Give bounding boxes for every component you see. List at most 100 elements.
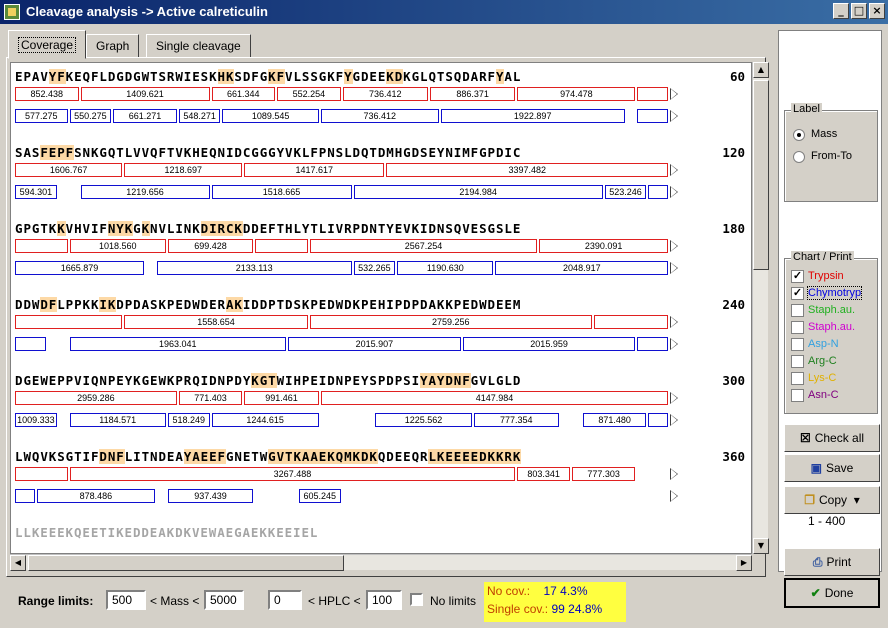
mass-max-input[interactable]: 5000: [204, 590, 244, 610]
trypsin-fragment[interactable]: 974.478: [517, 87, 636, 101]
trypsin-fragment[interactable]: 886.371: [429, 87, 516, 101]
chymotrypsin-fragment[interactable]: 594.301: [15, 185, 57, 199]
trypsin-fragment[interactable]: 991.461: [244, 391, 319, 405]
chymotrypsin-fragment[interactable]: 2015.959: [462, 337, 636, 351]
chymotrypsin-fragment[interactable]: 550.275: [69, 109, 112, 123]
trypsin-fragment[interactable]: [637, 87, 669, 101]
trypsin-fragment[interactable]: 552.254: [277, 87, 341, 101]
chymotrypsin-fragment[interactable]: 518.249: [167, 413, 210, 427]
chymotrypsin-fragment[interactable]: 1244.615: [211, 413, 319, 427]
chymotrypsin-fragment[interactable]: 1089.545: [222, 109, 319, 123]
chymotrypsin-fragment[interactable]: [637, 337, 669, 351]
chymotrypsin-fragment[interactable]: 777.354: [473, 413, 559, 427]
trypsin-fragment[interactable]: 1558.654: [124, 315, 308, 329]
chymotrypsin-fragment[interactable]: [15, 337, 46, 351]
chymotrypsin-fragment[interactable]: 1518.665: [211, 185, 352, 199]
trypsin-fragment[interactable]: [15, 467, 68, 481]
mass-min-input[interactable]: 500: [106, 590, 146, 610]
trypsin-fragment[interactable]: 777.303: [571, 467, 636, 481]
chymotrypsin-fragment[interactable]: 523.246: [604, 185, 647, 199]
trypsin-fragment[interactable]: 3397.482: [386, 163, 669, 177]
chart-option-checkbox[interactable]: [791, 321, 804, 334]
chymotrypsin-fragment[interactable]: [15, 489, 35, 503]
chymotrypsin-fragment[interactable]: [648, 185, 669, 199]
horizontal-scrollbar[interactable]: ◀ ▶: [10, 554, 752, 571]
trypsin-fragment[interactable]: 803.341: [517, 467, 570, 481]
chymotrypsin-fragment[interactable]: 937.439: [167, 489, 254, 503]
chart-option-checkbox[interactable]: [791, 355, 804, 368]
no-limits-checkbox[interactable]: [410, 593, 423, 606]
scroll-left-button[interactable]: ◀: [10, 555, 26, 571]
chymotrypsin-fragment[interactable]: 878.486: [36, 489, 155, 503]
chart-option-checkbox[interactable]: [791, 389, 804, 402]
trypsin-fragment[interactable]: 1606.767: [15, 163, 123, 177]
hplc-max-input[interactable]: 100: [366, 590, 402, 610]
chymotrypsin-fragment[interactable]: 2048.917: [495, 261, 669, 275]
trypsin-fragment[interactable]: 1218.697: [124, 163, 243, 177]
chymotrypsin-fragment[interactable]: 1009.333: [15, 413, 57, 427]
chymotrypsin-fragment[interactable]: [648, 413, 669, 427]
trypsin-fragment[interactable]: [15, 239, 68, 253]
chymotrypsin-fragment[interactable]: 736.412: [320, 109, 439, 123]
copy-dropdown-icon[interactable]: ▾: [854, 493, 860, 507]
trypsin-fragment[interactable]: 1417.617: [244, 163, 385, 177]
close-button[interactable]: ×: [869, 3, 885, 19]
chymotrypsin-fragment[interactable]: 577.275: [15, 109, 68, 123]
tab-coverage[interactable]: Coverage: [8, 30, 87, 59]
chymotrypsin-fragment[interactable]: 2133.113: [156, 261, 352, 275]
tab-single-cleavage[interactable]: Single cleavage: [146, 34, 251, 58]
chart-option-checkbox[interactable]: ✓: [791, 287, 804, 300]
trypsin-fragment[interactable]: 2959.286: [15, 391, 177, 405]
trypsin-fragment[interactable]: [593, 315, 669, 329]
label-mass-radio[interactable]: [793, 129, 805, 141]
chymotrypsin-fragment[interactable]: 1922.897: [440, 109, 625, 123]
maximize-button[interactable]: □: [851, 3, 867, 19]
trypsin-fragment[interactable]: 771.403: [178, 391, 243, 405]
tab-graph[interactable]: Graph: [86, 34, 140, 58]
chymotrypsin-fragment[interactable]: 1225.562: [375, 413, 472, 427]
trypsin-fragment[interactable]: 661.344: [211, 87, 276, 101]
trypsin-fragment[interactable]: 699.428: [167, 239, 254, 253]
label-from-to-radio[interactable]: [793, 151, 805, 163]
chymotrypsin-fragment[interactable]: 532.265: [353, 261, 396, 275]
scroll-right-button[interactable]: ▶: [736, 555, 752, 571]
chymotrypsin-fragment[interactable]: 2015.907: [288, 337, 461, 351]
chart-option-checkbox[interactable]: [791, 304, 804, 317]
copy-button[interactable]: ❐ Copy ▾: [784, 486, 880, 514]
trypsin-fragment[interactable]: 4147.984: [320, 391, 669, 405]
trypsin-fragment[interactable]: 3267.488: [69, 467, 516, 481]
trypsin-fragment[interactable]: 1409.621: [80, 87, 210, 101]
trypsin-fragment[interactable]: 736.412: [342, 87, 428, 101]
hplc-min-input[interactable]: 0: [268, 590, 302, 610]
trypsin-fragment[interactable]: 1018.560: [69, 239, 166, 253]
chart-option-checkbox[interactable]: [791, 338, 804, 351]
minimize-button[interactable]: _: [833, 3, 849, 19]
trypsin-fragment[interactable]: [255, 239, 308, 253]
trypsin-fragment[interactable]: 852.438: [15, 87, 79, 101]
trypsin-fragment[interactable]: 2759.256: [309, 315, 592, 329]
done-button[interactable]: ✔ Done: [784, 578, 880, 608]
save-button[interactable]: ▣ Save: [784, 454, 880, 482]
chymotrypsin-fragment[interactable]: 1184.571: [69, 413, 166, 427]
chymotrypsin-fragment[interactable]: 1219.656: [80, 185, 210, 199]
chymotrypsin-fragment[interactable]: 661.271: [113, 109, 177, 123]
chart-option-checkbox[interactable]: ✓: [791, 270, 804, 283]
check-all-button[interactable]: ☒ Check all: [784, 424, 880, 452]
trypsin-fragment[interactable]: [15, 315, 123, 329]
print-button[interactable]: ⎙ Print: [784, 548, 880, 576]
scroll-down-button[interactable]: ▼: [753, 538, 769, 554]
chymotrypsin-fragment[interactable]: 2194.984: [353, 185, 603, 199]
trypsin-fragment[interactable]: 2390.091: [539, 239, 669, 253]
chymotrypsin-fragment[interactable]: 1963.041: [69, 337, 286, 351]
chart-option-checkbox[interactable]: [791, 372, 804, 385]
vertical-scroll-thumb[interactable]: [753, 80, 769, 270]
vertical-scrollbar[interactable]: ▲ ▼: [752, 62, 769, 554]
chymotrypsin-fragment[interactable]: 548.271: [178, 109, 221, 123]
chymotrypsin-fragment[interactable]: 1190.630: [397, 261, 494, 275]
sequence-coverage-pane[interactable]: EPAVYFKEQFLDGDGWTSRWIESKHKSDFGKFVLSSGKFY…: [10, 62, 752, 554]
horizontal-scroll-thumb[interactable]: [28, 555, 344, 571]
chymotrypsin-fragment[interactable]: 605.245: [298, 489, 341, 503]
chymotrypsin-fragment[interactable]: [637, 109, 669, 123]
chymotrypsin-fragment[interactable]: 871.480: [582, 413, 647, 427]
chymotrypsin-fragment[interactable]: 1665.879: [15, 261, 145, 275]
